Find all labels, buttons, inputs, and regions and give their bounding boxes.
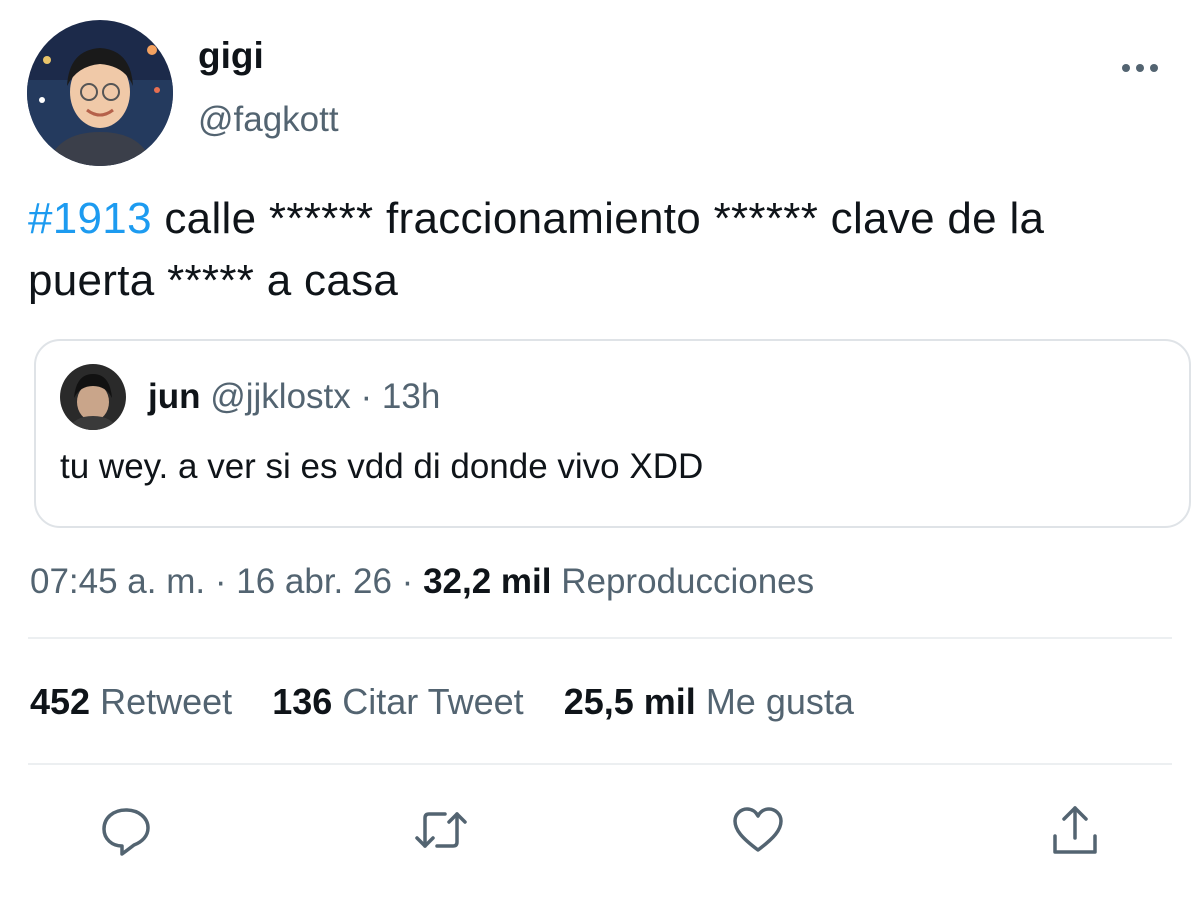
tweet-body: calle ****** fraccionamiento ****** clav… (28, 194, 1045, 305)
reply-button[interactable] (98, 802, 154, 858)
more-horizontal-icon (1122, 64, 1158, 72)
divider (28, 763, 1172, 765)
quoted-tweet-card[interactable]: jun @jjklostx · 13h tu wey. a ver si es … (34, 339, 1191, 528)
tweet-text: #1913 calle ****** fraccionamiento *****… (28, 188, 1178, 312)
hashtag-link[interactable]: #1913 (28, 194, 152, 243)
quoted-timestamp: 13h (381, 377, 441, 416)
quoted-header: jun @jjklostx · 13h (148, 376, 440, 418)
like-button[interactable] (730, 802, 786, 858)
quoted-author-avatar[interactable] (60, 364, 126, 430)
more-options-button[interactable] (1118, 56, 1162, 80)
quote-tweets-label: Citar Tweet (342, 681, 524, 722)
views-label: Reproducciones (561, 562, 815, 601)
meta-separator: · (401, 562, 414, 601)
quote-tweets-count: 136 (272, 681, 333, 722)
share-icon (1053, 806, 1097, 854)
retweet-icon (415, 812, 467, 848)
engagement-stats: 452 Retweet 136 Citar Tweet 25,5 mil Me … (30, 680, 884, 724)
retweet-button[interactable] (413, 802, 469, 858)
tweet-meta: 07:45 a. m. · 16 abr. 26 · 32,2 mil Repr… (30, 560, 814, 604)
meta-separator: · (214, 562, 227, 601)
reply-icon (102, 808, 150, 856)
quoted-author-handle: @jjklostx (210, 377, 351, 416)
retweets-label: Retweet (100, 681, 233, 722)
retweets-stat[interactable]: 452 Retweet (30, 680, 232, 724)
author-avatar-image (27, 20, 173, 166)
author-avatar[interactable] (27, 20, 173, 166)
heart-icon (733, 807, 783, 852)
tweet-date[interactable]: 16 abr. 26 (236, 562, 392, 601)
tweet-detail: gigi @fagkott #1913 calle ****** fraccio… (0, 0, 1200, 899)
retweets-count: 452 (30, 681, 91, 722)
likes-label: Me gusta (705, 681, 854, 722)
quote-tweets-stat[interactable]: 136 Citar Tweet (272, 680, 524, 724)
views-count: 32,2 mil (423, 562, 552, 601)
quoted-tweet-text: tu wey. a ver si es vdd di donde vivo XD… (60, 447, 704, 486)
tweet-time[interactable]: 07:45 a. m. (30, 562, 205, 601)
likes-count: 25,5 mil (563, 681, 696, 722)
quoted-author-name: jun (148, 377, 201, 416)
likes-stat[interactable]: 25,5 mil Me gusta (564, 680, 854, 724)
quoted-avatar-image (60, 364, 126, 430)
author-display-name[interactable]: gigi (198, 34, 264, 78)
share-button[interactable] (1047, 802, 1103, 858)
quoted-separator: · (360, 377, 373, 416)
divider (28, 637, 1172, 639)
author-handle[interactable]: @fagkott (198, 98, 339, 142)
